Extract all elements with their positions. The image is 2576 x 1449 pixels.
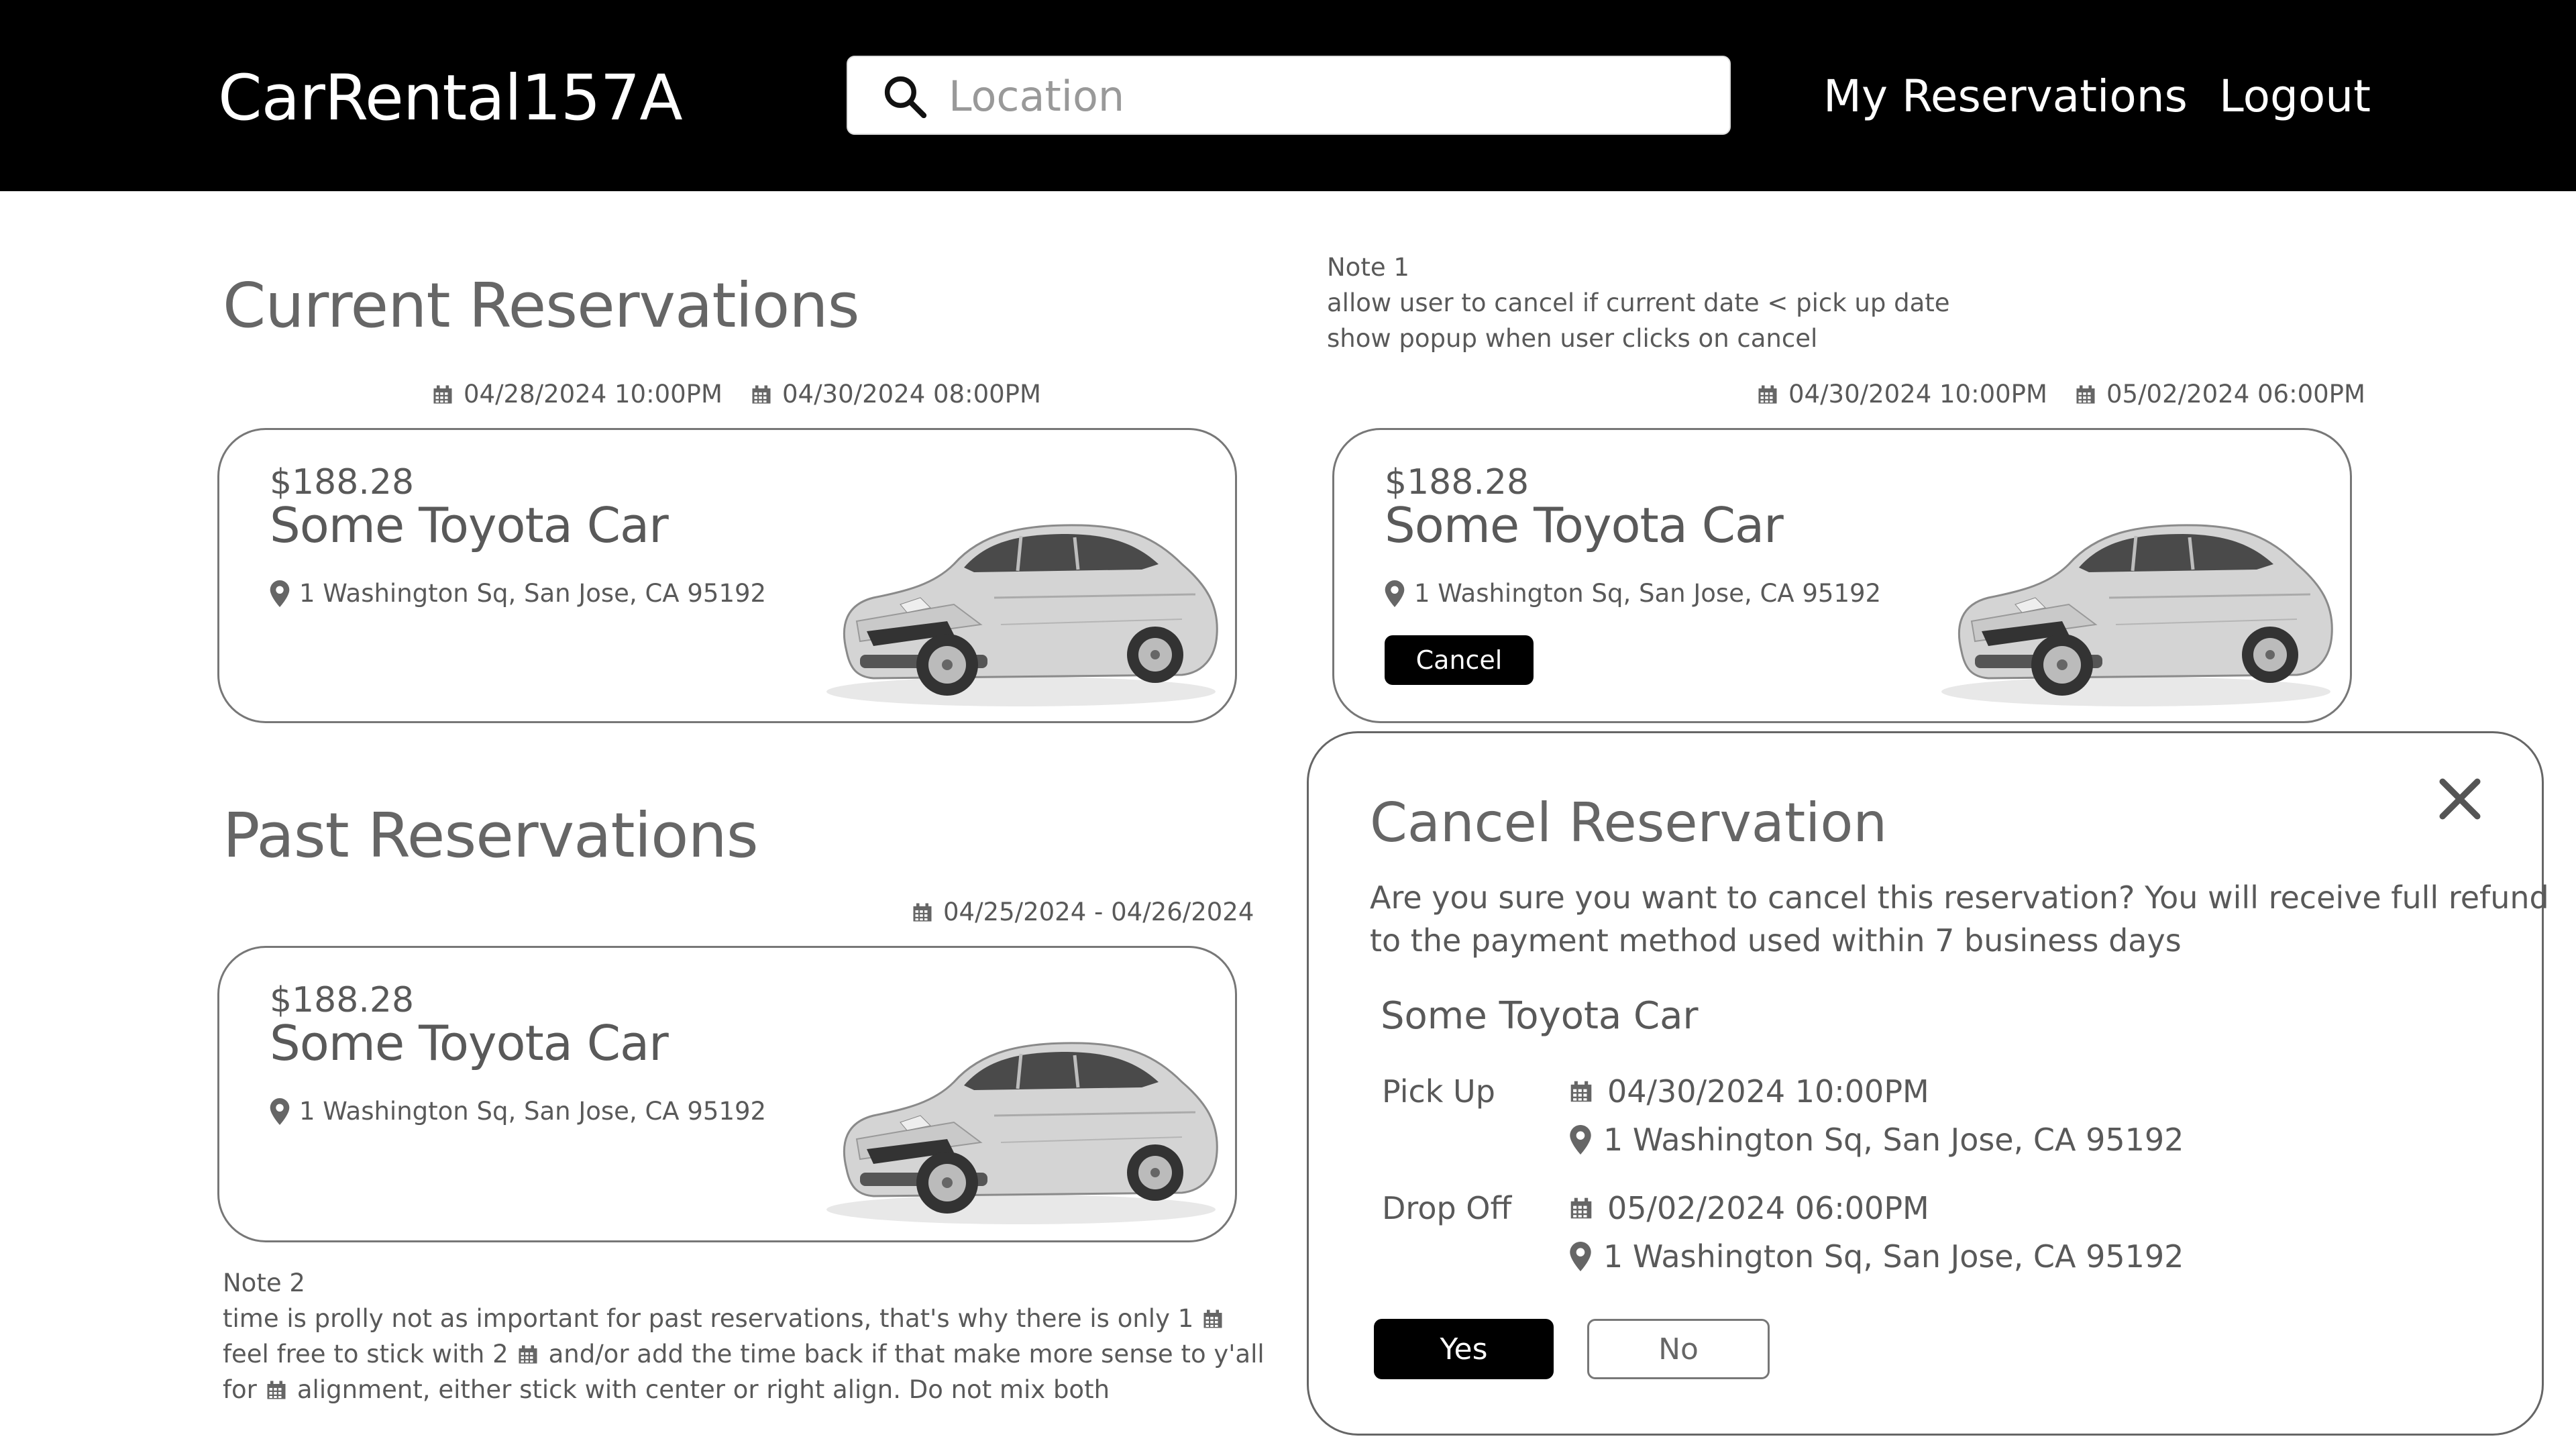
note-2-line: feel free to stick with 2 and/or add the… <box>223 1336 1265 1372</box>
note-2-text: and/or add the time back if that make mo… <box>548 1340 1265 1368</box>
car-image <box>820 497 1222 712</box>
dialog-pickup-date: 04/30/2024 10:00PM <box>1570 1073 1929 1110</box>
pickup-date-text: 04/30/2024 10:00PM <box>1788 380 2047 409</box>
note-1-line: show popup when user clicks on cancel <box>1327 324 1818 353</box>
dropoff-date: 05/02/2024 06:00PM <box>2076 380 2365 409</box>
map-pin-icon <box>1570 1125 1591 1155</box>
note-2: Note 2 time is prolly not as important f… <box>223 1265 1265 1407</box>
reservation-card[interactable]: $188.28 Some Toyota Car 1 Washington Sq,… <box>217 428 1237 723</box>
map-pin-icon <box>1570 1242 1591 1271</box>
reservation-address: 1 Washington Sq, San Jose, CA 95192 <box>270 1097 766 1126</box>
pickup-date: 04/30/2024 10:00PM <box>1758 380 2047 409</box>
dialog-pickup-address-text: 1 Washington Sq, San Jose, CA 95192 <box>1603 1122 2184 1158</box>
note-1-line: allow user to cancel if current date < p… <box>1327 288 1950 317</box>
note-2-text: time is prolly not as important for past… <box>223 1304 1194 1333</box>
calendar-icon <box>266 1380 286 1400</box>
dialog-pickup-date-text: 04/30/2024 10:00PM <box>1607 1073 1929 1110</box>
past-date-range-text: 04/25/2024 - 04/26/2024 <box>943 898 1254 926</box>
nav-logout-link[interactable]: Logout <box>2219 70 2371 122</box>
dialog-dropoff-address: 1 Washington Sq, San Jose, CA 95192 <box>1570 1238 2184 1275</box>
dialog-message: Are you sure you want to cancel this res… <box>1370 876 2549 962</box>
confirm-no-button[interactable]: No <box>1587 1319 1770 1379</box>
calendar-icon <box>1758 384 1778 405</box>
note-2-text: for <box>223 1375 257 1404</box>
dialog-message-line: to the payment method used within 7 busi… <box>1370 922 2182 959</box>
note-2-text: alignment, either stick with center or r… <box>297 1375 1110 1404</box>
dialog-message-line: Are you sure you want to cancel this res… <box>1370 879 2549 916</box>
reservation-price: $188.28 <box>1385 462 1529 502</box>
confirm-yes-button[interactable]: Yes <box>1374 1319 1554 1379</box>
reservation-address-text: 1 Washington Sq, San Jose, CA 95192 <box>299 579 767 608</box>
reservation-card[interactable]: $188.28 Some Toyota Car 1 Washington Sq,… <box>217 946 1237 1242</box>
note-1-title: Note 1 <box>1327 253 1409 282</box>
site-logo[interactable]: CarRental157A <box>218 62 683 135</box>
calendar-icon <box>2076 384 2096 405</box>
dropoff-date: 04/30/2024 08:00PM <box>751 380 1041 409</box>
dialog-title: Cancel Reservation <box>1370 792 1888 854</box>
dialog-dropoff-date: 05/02/2024 06:00PM <box>1570 1190 1929 1226</box>
car-image <box>1935 497 2337 712</box>
calendar-icon <box>433 384 453 405</box>
note-2-line: for alignment, either stick with center … <box>223 1372 1265 1407</box>
reservation-price: $188.28 <box>270 980 415 1020</box>
dialog-pickup-address: 1 Washington Sq, San Jose, CA 95192 <box>1570 1122 2184 1158</box>
past-date-range: 04/25/2024 - 04/26/2024 <box>912 898 1254 926</box>
reservation-car-name: Some Toyota Car <box>270 1015 669 1071</box>
pickup-date: 04/28/2024 10:00PM <box>433 380 722 409</box>
pickup-date-text: 04/28/2024 10:00PM <box>464 380 722 409</box>
calendar-icon <box>1570 1197 1593 1220</box>
location-search-input[interactable] <box>947 65 1688 127</box>
search-icon[interactable] <box>883 74 927 119</box>
reservation-car-name: Some Toyota Car <box>270 497 669 553</box>
dropoff-date-text: 04/30/2024 08:00PM <box>782 380 1041 409</box>
note-2-line: time is prolly not as important for past… <box>223 1301 1265 1336</box>
dialog-dropoff-date-text: 05/02/2024 06:00PM <box>1607 1190 1929 1226</box>
calendar-icon <box>751 384 771 405</box>
search-bar[interactable] <box>847 56 1731 135</box>
past-reservations-heading: Past Reservations <box>223 800 759 871</box>
reservation-price: $188.28 <box>270 462 415 502</box>
calendar-icon <box>912 902 932 922</box>
map-pin-icon <box>270 1098 290 1125</box>
car-image <box>820 1015 1222 1230</box>
calendar-icon <box>1570 1080 1593 1103</box>
nav-my-reservations-link[interactable]: My Reservations <box>1823 70 2188 122</box>
dropoff-label: Drop Off <box>1382 1190 1512 1226</box>
map-pin-icon <box>1385 580 1405 607</box>
note-2-text: feel free to stick with 2 <box>223 1340 508 1368</box>
reservation-address-text: 1 Washington Sq, San Jose, CA 95192 <box>1414 579 1882 608</box>
close-icon[interactable] <box>2435 774 2485 824</box>
reservation-address-text: 1 Washington Sq, San Jose, CA 95192 <box>299 1097 767 1126</box>
note-2-title: Note 2 <box>223 1269 305 1297</box>
calendar-icon <box>518 1344 538 1364</box>
note-1: Note 1 allow user to cancel if current d… <box>1327 250 1950 356</box>
reservation-card[interactable]: $188.28 Some Toyota Car 1 Washington Sq,… <box>1332 428 2352 723</box>
dropoff-date-text: 05/02/2024 06:00PM <box>2106 380 2365 409</box>
reservation-address: 1 Washington Sq, San Jose, CA 95192 <box>1385 579 1881 608</box>
current-reservations-heading: Current Reservations <box>223 270 860 341</box>
pickup-label: Pick Up <box>1382 1073 1495 1110</box>
cancel-reservation-button[interactable]: Cancel <box>1385 635 1534 685</box>
calendar-icon <box>1203 1309 1223 1329</box>
map-pin-icon <box>270 580 290 607</box>
dialog-dropoff-address-text: 1 Washington Sq, San Jose, CA 95192 <box>1603 1238 2184 1275</box>
dialog-car-name: Some Toyota Car <box>1381 994 1699 1038</box>
reservation-address: 1 Washington Sq, San Jose, CA 95192 <box>270 579 766 608</box>
reservation-car-name: Some Toyota Car <box>1385 497 1784 553</box>
